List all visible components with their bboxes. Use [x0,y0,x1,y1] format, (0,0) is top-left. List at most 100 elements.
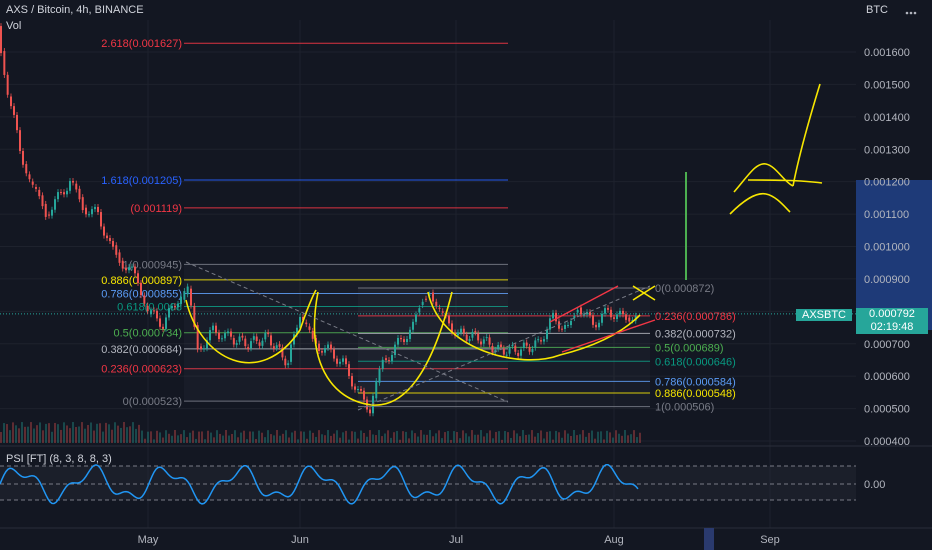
candle-body [78,188,81,200]
candle-body [203,348,205,350]
candle-body [537,339,540,341]
candle-body [22,150,24,165]
candle-body [385,358,387,361]
volume-bar [69,428,71,443]
candle-body [218,332,220,339]
candle-body [177,303,179,308]
candle-body [333,349,335,359]
volume-bar [459,438,461,443]
volume-bar [639,432,641,443]
candle-body [60,192,62,194]
candle-body [576,309,579,313]
fib-level-label: 0.382(0.000732) [655,328,736,340]
volume-bar [582,430,584,443]
volume-bar [396,430,398,443]
volume-bar [510,437,512,443]
candle-body [162,326,164,329]
volume-bar [162,437,164,443]
candle-body [391,355,393,362]
volume-bar [387,430,389,443]
time-label: Jul [449,534,463,546]
volume-bar [57,424,59,443]
volume-bar [624,430,626,443]
volume-bar [435,433,437,443]
volume-bar [480,430,482,443]
volume-bar [63,422,65,443]
volume-bar [105,422,107,443]
fib-level-label: 0.382(0.000684) [101,344,182,356]
candle-body [287,363,290,365]
candle-body [238,336,241,342]
candle-body [528,347,531,352]
volume-bar [390,437,392,443]
volume-bar [348,439,350,443]
volume-bar [417,436,419,443]
volume-bar [33,428,35,443]
candle-body [471,331,474,338]
volume-bar [309,430,311,443]
candle-body [488,337,491,345]
price-tick: 0.000900 [864,274,910,286]
volume-bar [615,430,617,443]
price-tick: 0.001600 [864,47,910,59]
candle-body [330,344,332,350]
indicator-band [0,466,856,500]
volume-bar [636,437,638,443]
candle-body [19,130,21,151]
volume-bar [114,422,116,443]
volume-bar [153,439,155,443]
volume-bar [102,431,104,443]
candle-body [321,351,323,353]
candle-body [72,180,74,183]
volume-bar [81,422,83,443]
volume-bar [186,437,188,443]
price-tick: 0.001500 [864,79,910,91]
candle-body [112,240,114,247]
volume-bar [564,430,566,443]
time-label: May [138,534,159,546]
candle-body [583,314,585,316]
volume-bar [54,422,56,443]
volume-bar [234,430,236,443]
volume-bar [528,434,530,443]
target-curve-1 [733,163,794,193]
volume-bar [129,426,131,443]
candle-body [517,353,520,357]
candle-body [360,389,362,391]
volume-bar [558,432,560,443]
candle-body [598,322,600,328]
volume-bar [456,432,458,443]
volume-bar [513,430,515,443]
candle-body [69,180,71,191]
candle-body [13,106,15,115]
candle-body [460,328,462,333]
price-tick: 0.000500 [864,404,910,416]
volume-bar [381,436,383,443]
candle-body [502,348,505,355]
candle-body [244,338,247,347]
price-tick: 0.001100 [864,209,909,221]
fib-level-label: 0.5(0.000689) [655,342,724,354]
candle-body [267,332,270,335]
candle-body [327,344,329,348]
volume-bar [264,437,266,443]
candle-body [604,308,606,314]
candle-body [425,298,427,300]
candle-body [589,312,591,316]
candle-body [357,389,359,391]
candle-body [607,308,609,310]
volume-bar [111,429,113,443]
price-chart[interactable]: 0.001600 0.001500 0.001400 0.001300 0.001200… [0,0,932,550]
volume-bar [285,430,287,443]
candle-body [31,181,34,185]
volume-bar [267,430,269,443]
volume-bar [138,424,140,443]
volume-bar [570,435,572,443]
candle-body [137,273,139,283]
candle-body [212,325,214,331]
volume-bar [360,430,362,443]
price-tick: 0.000600 [864,371,910,383]
fib-level-label: 1(0.000506) [655,402,714,414]
dots-menu-icon[interactable] [904,6,918,20]
volume-bar [525,434,527,443]
